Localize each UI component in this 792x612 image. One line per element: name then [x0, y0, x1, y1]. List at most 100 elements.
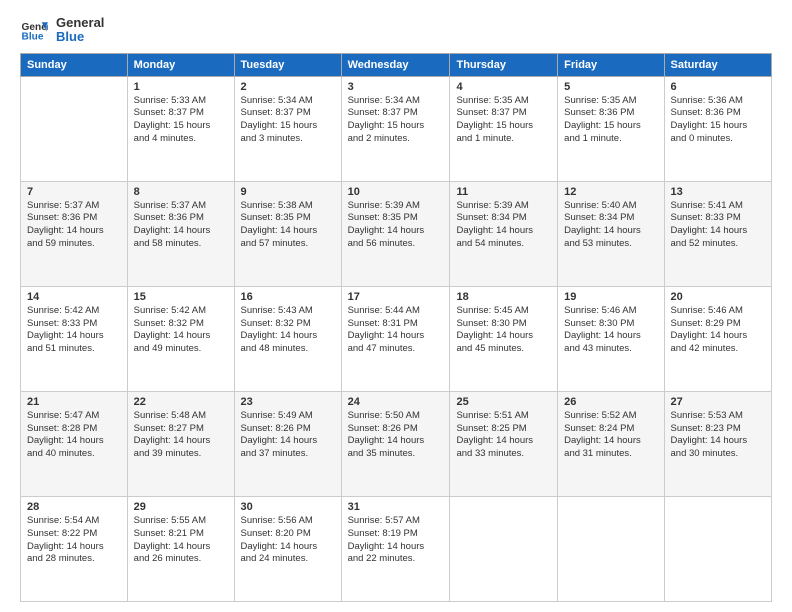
day-number: 30	[241, 501, 335, 513]
day-info: Sunrise: 5:35 AM Sunset: 8:36 PM Dayligh…	[564, 95, 657, 146]
day-number: 6	[671, 81, 765, 93]
day-info: Sunrise: 5:53 AM Sunset: 8:23 PM Dayligh…	[671, 410, 765, 461]
day-info: Sunrise: 5:57 AM Sunset: 8:19 PM Dayligh…	[348, 515, 444, 566]
day-info: Sunrise: 5:42 AM Sunset: 8:32 PM Dayligh…	[134, 305, 228, 356]
day-number: 8	[134, 186, 228, 198]
day-number: 19	[564, 291, 657, 303]
calendar-cell: 23 Sunrise: 5:49 AM Sunset: 8:26 PM Dayli…	[234, 391, 341, 496]
calendar-cell: 5 Sunrise: 5:35 AM Sunset: 8:36 PM Daylig…	[558, 76, 664, 181]
day-number: 9	[241, 186, 335, 198]
calendar-cell: 11Sunrise: 5:39 AM Sunset: 8:34 PM Dayli…	[450, 181, 558, 286]
day-info: Sunrise: 5:46 AM Sunset: 8:29 PM Dayligh…	[671, 305, 765, 356]
calendar-cell: 19 Sunrise: 5:46 AM Sunset: 8:30 PM Dayli…	[558, 286, 664, 391]
day-info: Sunrise: 5:34 AM Sunset: 8:37 PM Dayligh…	[241, 95, 335, 146]
calendar-cell: 8Sunrise: 5:37 AM Sunset: 8:36 PM Daylig…	[127, 181, 234, 286]
day-number: 31	[348, 501, 444, 513]
day-header-monday: Monday	[127, 53, 234, 76]
day-info: Sunrise: 5:48 AM Sunset: 8:27 PM Dayligh…	[134, 410, 228, 461]
calendar-cell: 29Sunrise: 5:55 AM Sunset: 8:21 PM Dayli…	[127, 496, 234, 601]
calendar-cell	[21, 76, 128, 181]
calendar-week-3: 14 Sunrise: 5:42 AM Sunset: 8:33 PM Dayli…	[21, 286, 772, 391]
day-info: Sunrise: 5:40 AM Sunset: 8:34 PM Dayligh…	[564, 200, 657, 251]
calendar-cell: 1 Sunrise: 5:33 AM Sunset: 8:37 PM Daylig…	[127, 76, 234, 181]
calendar-week-4: 21Sunrise: 5:47 AM Sunset: 8:28 PM Dayli…	[21, 391, 772, 496]
calendar-cell: 27 Sunrise: 5:53 AM Sunset: 8:23 PM Dayli…	[664, 391, 771, 496]
day-number: 15	[134, 291, 228, 303]
logo-icon: General Blue	[20, 16, 48, 44]
day-info: Sunrise: 5:38 AM Sunset: 8:35 PM Dayligh…	[241, 200, 335, 251]
svg-text:Blue: Blue	[22, 32, 44, 43]
day-number: 26	[564, 396, 657, 408]
calendar-cell: 17 Sunrise: 5:44 AM Sunset: 8:31 PM Dayli…	[341, 286, 450, 391]
calendar-cell: 14 Sunrise: 5:42 AM Sunset: 8:33 PM Dayli…	[21, 286, 128, 391]
day-header-wednesday: Wednesday	[341, 53, 450, 76]
day-info: Sunrise: 5:39 AM Sunset: 8:34 PM Dayligh…	[456, 200, 551, 251]
calendar-week-1: 1 Sunrise: 5:33 AM Sunset: 8:37 PM Daylig…	[21, 76, 772, 181]
day-info: Sunrise: 5:55 AM Sunset: 8:21 PM Dayligh…	[134, 515, 228, 566]
calendar-cell: 30 Sunrise: 5:56 AM Sunset: 8:20 PM Dayli…	[234, 496, 341, 601]
calendar-cell: 7 Sunrise: 5:37 AM Sunset: 8:36 PM Daylig…	[21, 181, 128, 286]
day-info: Sunrise: 5:41 AM Sunset: 8:33 PM Dayligh…	[671, 200, 765, 251]
day-number: 22	[134, 396, 228, 408]
calendar-cell: 13Sunrise: 5:41 AM Sunset: 8:33 PM Dayli…	[664, 181, 771, 286]
calendar-cell: 26Sunrise: 5:52 AM Sunset: 8:24 PM Dayli…	[558, 391, 664, 496]
day-number: 28	[27, 501, 121, 513]
day-number: 7	[27, 186, 121, 198]
day-number: 12	[564, 186, 657, 198]
day-info: Sunrise: 5:45 AM Sunset: 8:30 PM Dayligh…	[456, 305, 551, 356]
day-number: 2	[241, 81, 335, 93]
calendar-cell: 21Sunrise: 5:47 AM Sunset: 8:28 PM Dayli…	[21, 391, 128, 496]
day-info: Sunrise: 5:50 AM Sunset: 8:26 PM Dayligh…	[348, 410, 444, 461]
day-info: Sunrise: 5:49 AM Sunset: 8:26 PM Dayligh…	[241, 410, 335, 461]
day-info: Sunrise: 5:33 AM Sunset: 8:37 PM Dayligh…	[134, 95, 228, 146]
day-number: 1	[134, 81, 228, 93]
day-number: 16	[241, 291, 335, 303]
day-number: 17	[348, 291, 444, 303]
calendar-cell: 16 Sunrise: 5:43 AM Sunset: 8:32 PM Dayli…	[234, 286, 341, 391]
calendar-cell: 15 Sunrise: 5:42 AM Sunset: 8:32 PM Dayli…	[127, 286, 234, 391]
day-info: Sunrise: 5:34 AM Sunset: 8:37 PM Dayligh…	[348, 95, 444, 146]
day-info: Sunrise: 5:54 AM Sunset: 8:22 PM Dayligh…	[27, 515, 121, 566]
day-info: Sunrise: 5:43 AM Sunset: 8:32 PM Dayligh…	[241, 305, 335, 356]
day-number: 18	[456, 291, 551, 303]
calendar-header-row: SundayMondayTuesdayWednesdayThursdayFrid…	[21, 53, 772, 76]
logo-blue: Blue	[56, 30, 104, 44]
day-number: 14	[27, 291, 121, 303]
calendar-cell: 28 Sunrise: 5:54 AM Sunset: 8:22 PM Dayli…	[21, 496, 128, 601]
day-number: 20	[671, 291, 765, 303]
day-header-thursday: Thursday	[450, 53, 558, 76]
calendar-week-2: 7 Sunrise: 5:37 AM Sunset: 8:36 PM Daylig…	[21, 181, 772, 286]
day-number: 27	[671, 396, 765, 408]
day-info: Sunrise: 5:46 AM Sunset: 8:30 PM Dayligh…	[564, 305, 657, 356]
calendar-cell	[450, 496, 558, 601]
calendar-cell: 3 Sunrise: 5:34 AM Sunset: 8:37 PM Daylig…	[341, 76, 450, 181]
day-info: Sunrise: 5:47 AM Sunset: 8:28 PM Dayligh…	[27, 410, 121, 461]
day-info: Sunrise: 5:42 AM Sunset: 8:33 PM Dayligh…	[27, 305, 121, 356]
calendar-cell: 18 Sunrise: 5:45 AM Sunset: 8:30 PM Dayli…	[450, 286, 558, 391]
day-number: 25	[456, 396, 551, 408]
day-number: 10	[348, 186, 444, 198]
day-number: 23	[241, 396, 335, 408]
calendar-page: General Blue General Blue SundayMondayTu…	[0, 0, 792, 612]
day-info: Sunrise: 5:35 AM Sunset: 8:37 PM Dayligh…	[456, 95, 551, 146]
day-info: Sunrise: 5:56 AM Sunset: 8:20 PM Dayligh…	[241, 515, 335, 566]
calendar-cell: 25Sunrise: 5:51 AM Sunset: 8:25 PM Dayli…	[450, 391, 558, 496]
day-header-saturday: Saturday	[664, 53, 771, 76]
calendar-cell: 22 Sunrise: 5:48 AM Sunset: 8:27 PM Dayli…	[127, 391, 234, 496]
header: General Blue General Blue	[20, 16, 772, 45]
day-number: 3	[348, 81, 444, 93]
calendar-cell: 12 Sunrise: 5:40 AM Sunset: 8:34 PM Dayli…	[558, 181, 664, 286]
calendar-cell: 24 Sunrise: 5:50 AM Sunset: 8:26 PM Dayli…	[341, 391, 450, 496]
calendar-cell: 31 Sunrise: 5:57 AM Sunset: 8:19 PM Dayli…	[341, 496, 450, 601]
day-number: 4	[456, 81, 551, 93]
calendar-cell: 10Sunrise: 5:39 AM Sunset: 8:35 PM Dayli…	[341, 181, 450, 286]
day-info: Sunrise: 5:37 AM Sunset: 8:36 PM Dayligh…	[27, 200, 121, 251]
day-number: 5	[564, 81, 657, 93]
calendar-cell	[664, 496, 771, 601]
day-header-tuesday: Tuesday	[234, 53, 341, 76]
day-number: 24	[348, 396, 444, 408]
calendar-cell	[558, 496, 664, 601]
day-info: Sunrise: 5:44 AM Sunset: 8:31 PM Dayligh…	[348, 305, 444, 356]
calendar-cell: 2 Sunrise: 5:34 AM Sunset: 8:37 PM Daylig…	[234, 76, 341, 181]
day-header-friday: Friday	[558, 53, 664, 76]
